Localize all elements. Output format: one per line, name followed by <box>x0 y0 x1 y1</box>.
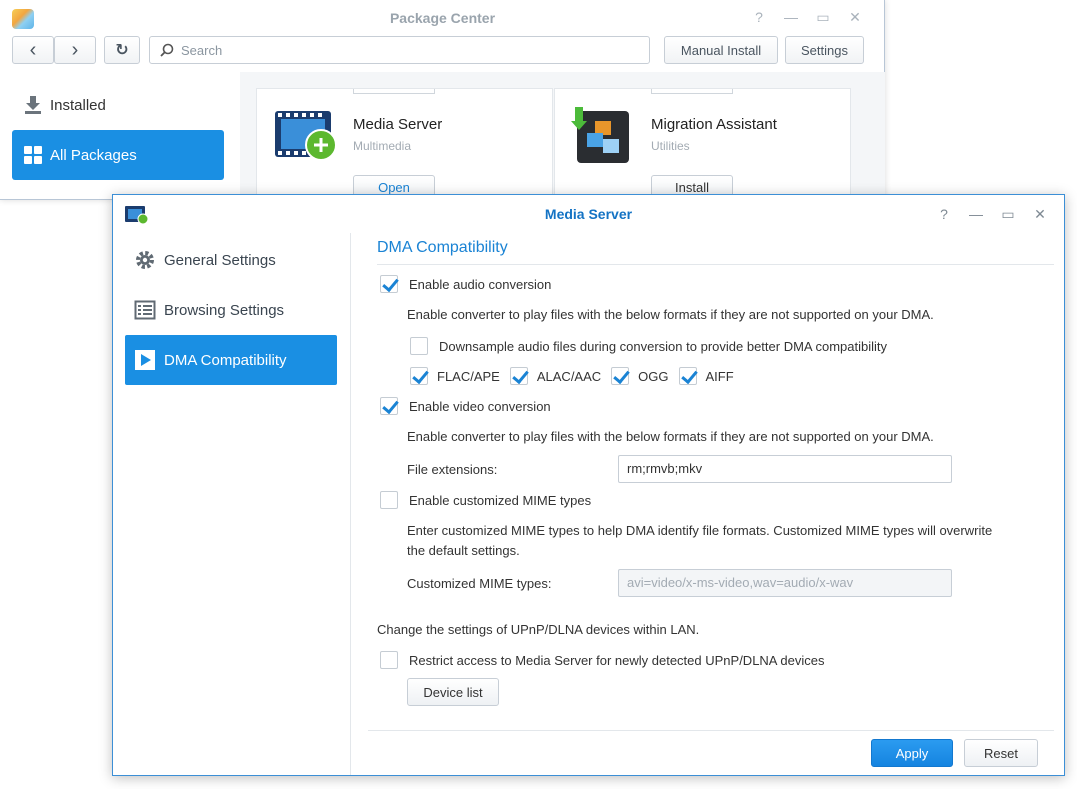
sidebar-item-installed[interactable]: Installed <box>12 80 224 130</box>
downsample-option[interactable]: Downsample audio files during conversion… <box>410 337 887 355</box>
card-divider <box>651 89 733 94</box>
dma-compatibility-panel: DMA Compatibility Enable audio conversio… <box>352 233 1064 775</box>
search-placeholder: Search <box>181 43 223 58</box>
audio-format-group: FLAC/APE ALAC/AAC OGG AIFF <box>410 367 744 385</box>
mime-types-option[interactable]: Enable customized MIME types <box>380 491 591 509</box>
format-label: FLAC/APE <box>437 368 500 384</box>
file-extensions-label: File extensions: <box>407 462 498 477</box>
sidebar-item-label: Installed <box>50 96 106 114</box>
downsample-checkbox[interactable] <box>410 337 428 355</box>
package-center-toolbar: ‹ › ↻ Search Manual Install Settings <box>0 36 885 68</box>
format-checkbox[interactable] <box>509 367 528 385</box>
audio-description: Enable converter to play files with the … <box>407 307 934 322</box>
file-extensions-input[interactable]: rm;rmvb;mkv <box>618 455 952 483</box>
format-flac-ape[interactable]: FLAC/APE <box>410 367 500 385</box>
format-ogg[interactable]: OGG <box>611 367 669 385</box>
play-icon <box>135 350 155 370</box>
maximize-icon[interactable]: ▭ <box>814 8 832 26</box>
mime-types-label: Enable customized MIME types <box>409 492 592 508</box>
package-card-migration-assistant[interactable]: Migration Assistant Utilities Install <box>554 88 851 201</box>
audio-conversion-option[interactable]: Enable audio conversion <box>380 275 551 293</box>
package-category: Multimedia <box>353 139 412 153</box>
restrict-access-label: Restrict access to Media Server for newl… <box>409 652 825 668</box>
format-label: ALAC/AAC <box>536 368 602 384</box>
package-category: Utilities <box>651 139 690 153</box>
gear-icon <box>136 251 154 269</box>
format-checkbox[interactable] <box>410 367 428 385</box>
audio-conversion-label: Enable audio conversion <box>409 276 552 292</box>
upnp-description: Change the settings of UPnP/DLNA devices… <box>377 622 700 637</box>
sidebar-item-label: DMA Compatibility <box>164 351 287 369</box>
card-divider <box>353 89 435 94</box>
back-button[interactable]: ‹ <box>12 36 54 64</box>
section-divider <box>377 264 1054 265</box>
sidebar-item-browsing-settings[interactable]: Browsing Settings <box>125 285 337 335</box>
media-server-icon <box>275 111 337 161</box>
help-icon[interactable]: ? <box>935 205 953 223</box>
audio-conversion-checkbox[interactable] <box>380 275 398 293</box>
package-name: Migration Assistant <box>651 116 777 133</box>
sidebar-item-general-settings[interactable]: General Settings <box>125 235 337 285</box>
device-list-button[interactable]: Device list <box>407 678 499 706</box>
sidebar-item-dma-compatibility[interactable]: DMA Compatibility <box>125 335 337 385</box>
video-description: Enable converter to play files with the … <box>407 429 934 444</box>
reset-button[interactable]: Reset <box>964 739 1038 767</box>
mime-types-checkbox[interactable] <box>380 491 398 509</box>
mime-types-field-label: Customized MIME types: <box>407 576 552 591</box>
download-icon <box>25 96 41 114</box>
maximize-icon[interactable]: ▭ <box>999 205 1017 223</box>
forward-button[interactable]: › <box>54 36 96 64</box>
sidebar-item-label: All Packages <box>50 146 137 164</box>
manual-install-button[interactable]: Manual Install <box>664 36 778 64</box>
apply-button[interactable]: Apply <box>871 739 953 767</box>
format-alac-aac[interactable]: ALAC/AAC <box>509 367 602 385</box>
search-input[interactable]: Search <box>149 36 650 64</box>
sidebar-item-label: Browsing Settings <box>164 301 285 319</box>
video-conversion-checkbox[interactable] <box>380 397 398 415</box>
media-server-window: Media Server ? — ▭ ✕ General Settings Br… <box>112 194 1065 776</box>
search-icon <box>160 43 174 57</box>
restrict-access-checkbox[interactable] <box>380 651 398 669</box>
settings-button[interactable]: Settings <box>785 36 864 64</box>
section-title: DMA Compatibility <box>377 239 508 256</box>
help-icon[interactable]: ? <box>750 8 768 26</box>
minimize-icon[interactable]: — <box>967 205 985 223</box>
sidebar-item-label: General Settings <box>164 251 276 269</box>
media-server-title: Media Server <box>544 206 633 222</box>
media-server-window-controls: ? — ▭ ✕ <box>935 205 1049 223</box>
package-name: Media Server <box>353 116 443 133</box>
package-center-titlebar[interactable]: Package Center ? — ▭ ✕ <box>0 0 885 36</box>
mime-description-line1: Enter customized MIME types to help DMA … <box>407 523 993 538</box>
format-label: OGG <box>638 368 669 384</box>
format-checkbox[interactable] <box>678 367 697 385</box>
video-conversion-label: Enable video conversion <box>409 398 551 414</box>
media-server-sidebar: General Settings Browsing Settings DMA C… <box>113 233 351 775</box>
mime-description-line2: the default settings. <box>407 543 520 558</box>
package-center-window: Package Center ? — ▭ ✕ ‹ › ↻ Search Manu… <box>0 0 885 201</box>
sidebar-item-all-packages[interactable]: All Packages <box>12 130 224 180</box>
package-list: Media Server Multimedia Open Migration A… <box>240 72 885 201</box>
mime-types-input[interactable]: avi=video/x-ms-video,wav=audio/x-wav <box>618 569 952 597</box>
format-label: AIFF <box>705 368 734 384</box>
grid-icon <box>24 146 42 164</box>
video-conversion-option[interactable]: Enable video conversion <box>380 397 551 415</box>
media-server-titlebar[interactable]: Media Server ? — ▭ ✕ <box>113 195 1064 233</box>
package-center-window-controls: ? — ▭ ✕ <box>750 8 864 26</box>
migration-assistant-icon <box>571 107 629 163</box>
close-icon[interactable]: ✕ <box>846 8 864 26</box>
refresh-button[interactable]: ↻ <box>104 36 140 64</box>
package-center-sidebar: Installed All Packages <box>0 80 238 200</box>
close-icon[interactable]: ✕ <box>1031 205 1049 223</box>
downsample-label: Downsample audio files during conversion… <box>439 338 887 354</box>
package-card-media-server[interactable]: Media Server Multimedia Open <box>256 88 553 201</box>
format-checkbox[interactable] <box>611 367 630 385</box>
footer-divider <box>368 730 1054 731</box>
minimize-icon[interactable]: — <box>782 8 800 26</box>
list-icon <box>134 300 156 320</box>
format-aiff[interactable]: AIFF <box>678 367 734 385</box>
restrict-access-option[interactable]: Restrict access to Media Server for newl… <box>380 651 824 669</box>
